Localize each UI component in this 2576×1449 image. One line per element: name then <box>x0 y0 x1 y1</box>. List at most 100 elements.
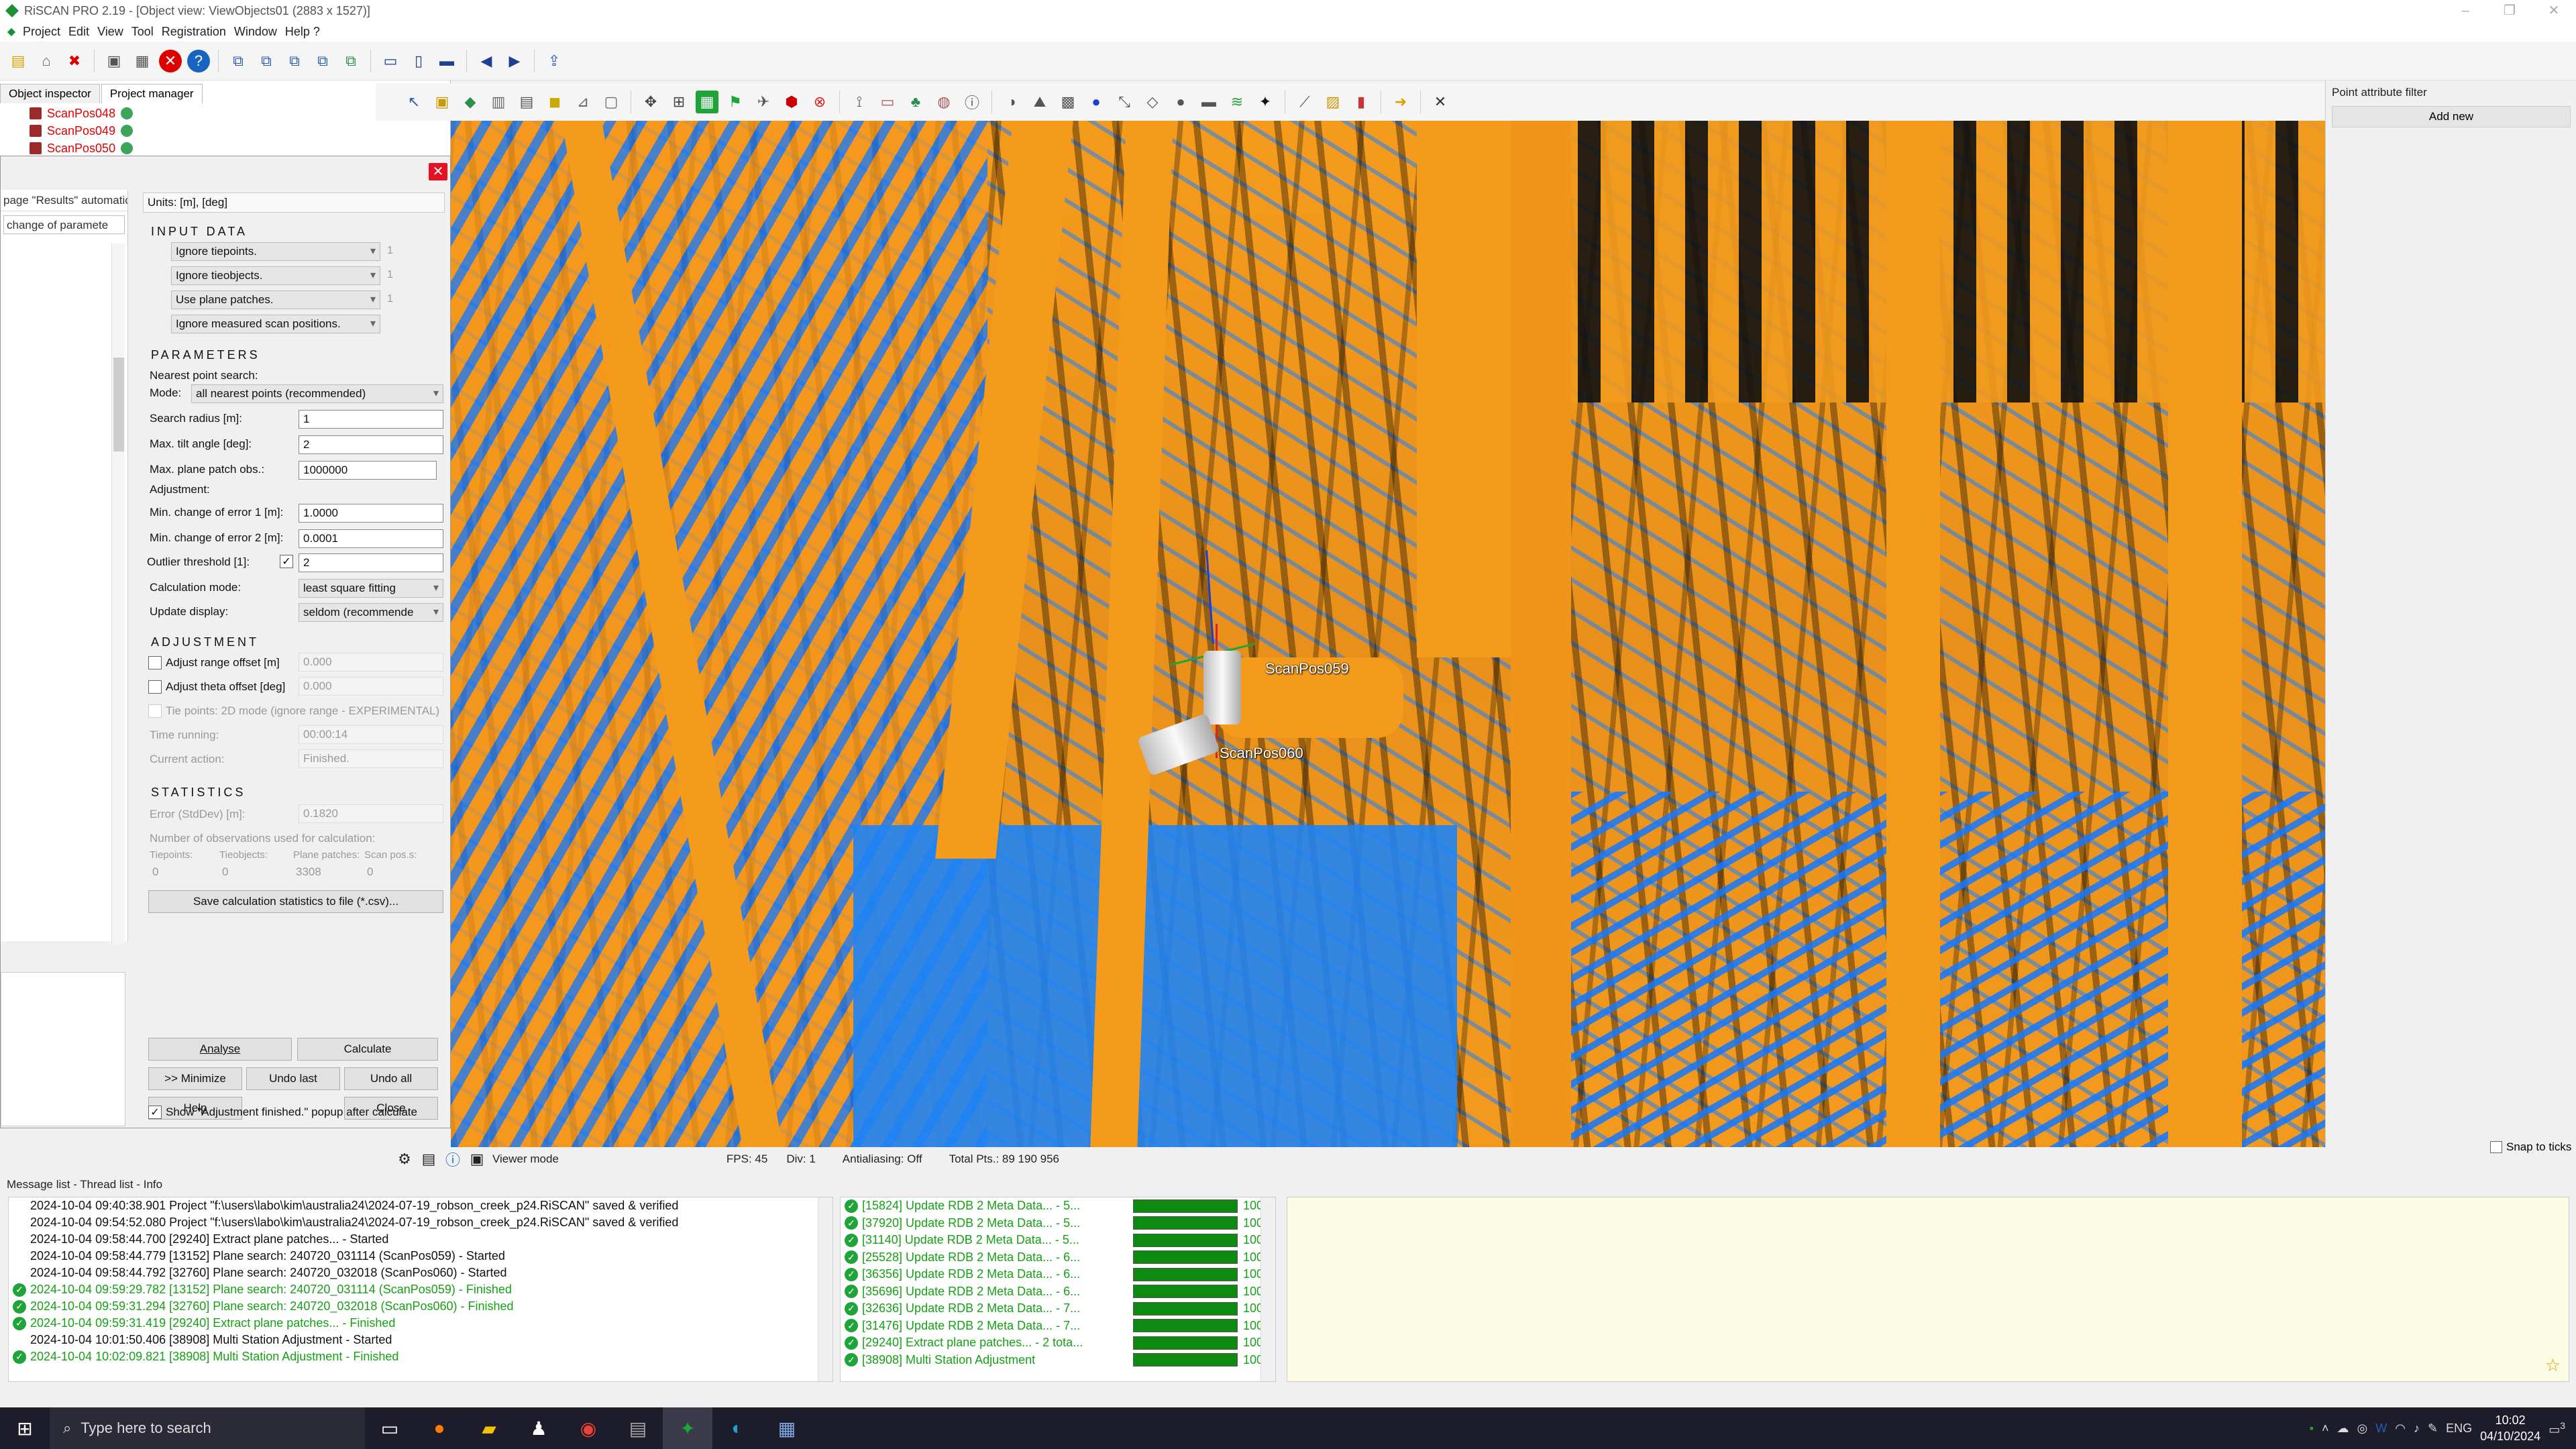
ball-icon[interactable]: ● <box>1169 91 1192 113</box>
min-error1-input[interactable]: 1.0000 <box>299 504 443 523</box>
scale-icon[interactable]: ▮ <box>1350 91 1373 113</box>
edge-icon[interactable]: ◐ <box>712 1407 762 1449</box>
tray-word-icon[interactable]: W <box>2375 1421 2387 1436</box>
tray-app-icon[interactable]: ▪ <box>2310 1421 2314 1436</box>
tray-wifi-icon[interactable]: ◠ <box>2395 1421 2406 1436</box>
move-icon[interactable]: ✥ <box>639 91 662 113</box>
properties-icon[interactable]: ▤ <box>420 1150 437 1168</box>
language-indicator[interactable]: ENG <box>2446 1421 2472 1436</box>
thread-row[interactable]: ✓ [15824] Update RDB 2 Meta Data... - 5..… <box>841 1197 1275 1215</box>
file-explorer-icon[interactable]: ▰ <box>464 1407 514 1449</box>
tile-icon[interactable]: ▦ <box>696 91 718 113</box>
message-row[interactable]: 2024-10-04 09:58:44.792 [32760] Plane se… <box>9 1265 833 1281</box>
save-statistics-button[interactable]: Save calculation statistics to file (*.c… <box>148 890 443 913</box>
layout-2-icon[interactable]: ▯ <box>407 50 430 72</box>
rect-icon[interactable]: ▬ <box>1197 91 1220 113</box>
thread-row[interactable]: ✓ [25528] Update RDB 2 Meta Data... - 6..… <box>841 1249 1275 1267</box>
dialog-close-button[interactable]: ✕ <box>429 163 447 180</box>
objects-icon[interactable]: ◍ <box>932 91 955 113</box>
export-icon[interactable]: ⇪ <box>543 50 566 72</box>
firefox-icon[interactable]: ● <box>415 1407 464 1449</box>
info-icon[interactable]: ⓘ <box>961 91 983 113</box>
sphere-icon[interactable]: ◑ <box>1000 91 1023 113</box>
results-scrollbar[interactable] <box>111 244 125 945</box>
tray-cloud-icon[interactable]: ☁ <box>2337 1421 2349 1436</box>
app-menu-icon[interactable]: ◆ <box>4 24 19 39</box>
registration-3-icon[interactable]: ⧉ <box>283 50 306 72</box>
plot-icon[interactable]: ⊿ <box>572 91 594 113</box>
menu-edit[interactable]: Edit <box>64 25 93 39</box>
save-icon[interactable]: ▣ <box>103 50 125 72</box>
tieobjects-select[interactable]: Ignore tieobjects. <box>171 266 380 285</box>
clock[interactable]: 10:02 04/10/2024 <box>2480 1412 2540 1444</box>
calc-mode-select[interactable]: least square fitting <box>299 579 443 598</box>
undo-all-button[interactable]: Undo all <box>344 1067 438 1090</box>
orient-icon[interactable]: ⤡ <box>1113 91 1136 113</box>
tab-project-manager[interactable]: Project manager <box>101 84 203 103</box>
menu-help[interactable]: Help ? <box>281 25 324 39</box>
star-icon[interactable]: ☆ <box>2545 1355 2561 1376</box>
grid-select-icon[interactable]: ⊞ <box>667 91 690 113</box>
calculate-button[interactable]: Calculate <box>297 1038 438 1061</box>
export-arrow-icon[interactable]: ➜ <box>1389 91 1412 113</box>
marker-icon[interactable]: ⬢ <box>780 91 803 113</box>
menu-project[interactable]: Project <box>19 25 64 39</box>
search-radius-input[interactable]: 1 <box>299 410 443 429</box>
thread-row[interactable]: ✓ [29240] Extract plane patches... - 2 to… <box>841 1334 1275 1352</box>
message-list-scrollbar[interactable] <box>818 1197 833 1381</box>
riscan-app-icon[interactable]: ✦ <box>663 1407 712 1449</box>
tiepoints-select[interactable]: Ignore tiepoints. <box>171 242 380 261</box>
section-icon[interactable]: ▭ <box>876 91 899 113</box>
tree-item[interactable]: ScanPos048 <box>0 105 376 122</box>
restore-window-button[interactable]: ❐ <box>2487 0 2532 21</box>
tree-item[interactable]: ScanPos049 <box>0 122 376 140</box>
thread-row[interactable]: ✓ [31476] Update RDB 2 Meta Data... - 7..… <box>841 1318 1275 1335</box>
tree-icon[interactable]: ♣ <box>904 91 927 113</box>
max-patch-input[interactable]: 1000000 <box>299 461 437 480</box>
delete-icon[interactable]: ✖ <box>63 50 86 72</box>
save-view-icon[interactable]: ▣ <box>468 1150 486 1168</box>
settings-icon[interactable]: ⚙ <box>396 1150 413 1168</box>
scan-positions-select[interactable]: Ignore measured scan positions. <box>171 315 380 333</box>
start-windows-icon[interactable]: ⊞ <box>0 1407 50 1449</box>
menu-registration[interactable]: Registration <box>158 25 230 39</box>
show-popup-checkbox[interactable]: ✓ <box>148 1106 162 1119</box>
mode-select[interactable]: all nearest points (recommended) <box>191 384 443 403</box>
layout-3-icon[interactable]: ▬ <box>435 50 458 72</box>
edit-line-icon[interactable]: ⟋ <box>1293 91 1316 113</box>
thread-list-scrollbar[interactable] <box>1260 1197 1275 1381</box>
pick-icon[interactable]: ▣ <box>431 91 453 113</box>
thread-row[interactable]: ✓ [36356] Update RDB 2 Meta Data... - 6..… <box>841 1266 1275 1283</box>
color-mode-icon[interactable]: ◆ <box>459 91 482 113</box>
results-combo[interactable]: change of paramete <box>3 215 125 234</box>
flag-icon[interactable]: ⚑ <box>724 91 747 113</box>
message-row[interactable]: 2024-10-04 09:40:38.901 Project "f:\user… <box>9 1197 833 1214</box>
point-cloud-viewer[interactable]: ScanPos059 ScanPos060 <box>451 121 2325 1147</box>
max-tilt-input[interactable]: 2 <box>299 435 443 454</box>
layers-icon[interactable]: ▤ <box>515 91 538 113</box>
tray-chevron-icon[interactable]: ˄ <box>2322 1421 2329 1436</box>
scrollbar-thumb[interactable] <box>113 358 124 451</box>
message-row[interactable]: 2024-10-04 10:01:50.406 [38908] Multi St… <box>9 1332 833 1348</box>
add-new-filter-button[interactable]: Add new <box>2332 106 2571 127</box>
mesh-icon[interactable]: ▩ <box>1057 91 1079 113</box>
open-project-icon[interactable]: ⌂ <box>35 50 58 72</box>
taskbar-search[interactable]: ⌕ Type here to search <box>50 1407 365 1449</box>
info-icon[interactable]: ⓘ <box>444 1150 462 1169</box>
select-cursor-icon[interactable]: ↖ <box>402 91 425 113</box>
back-arrow-icon[interactable]: ◀ <box>475 50 498 72</box>
min-error2-input[interactable]: 0.0001 <box>299 529 443 548</box>
help-icon[interactable]: ? <box>187 49 210 72</box>
message-row[interactable]: ✓ 2024-10-04 09:59:29.782 [13152] Plane s… <box>9 1281 833 1298</box>
fly-icon[interactable]: ✈ <box>752 91 775 113</box>
target-icon[interactable]: ✦ <box>1254 91 1277 113</box>
minimize-window-button[interactable]: – <box>2443 0 2487 21</box>
adjust-theta-checkbox[interactable] <box>148 680 162 694</box>
bottom-tabs[interactable]: Message list - Thread list - Info <box>0 1175 832 1195</box>
analyse-button[interactable]: Analyse <box>148 1038 292 1061</box>
thread-row[interactable]: ✓ [31140] Update RDB 2 Meta Data... - 5..… <box>841 1232 1275 1249</box>
thread-row[interactable]: ✓ [38908] Multi Station Adjustment 100% <box>841 1352 1275 1369</box>
undo-last-button[interactable]: Undo last <box>246 1067 340 1090</box>
stop-icon[interactable]: ✕ <box>159 49 182 72</box>
tray-network-icon[interactable]: ◎ <box>2357 1421 2368 1436</box>
